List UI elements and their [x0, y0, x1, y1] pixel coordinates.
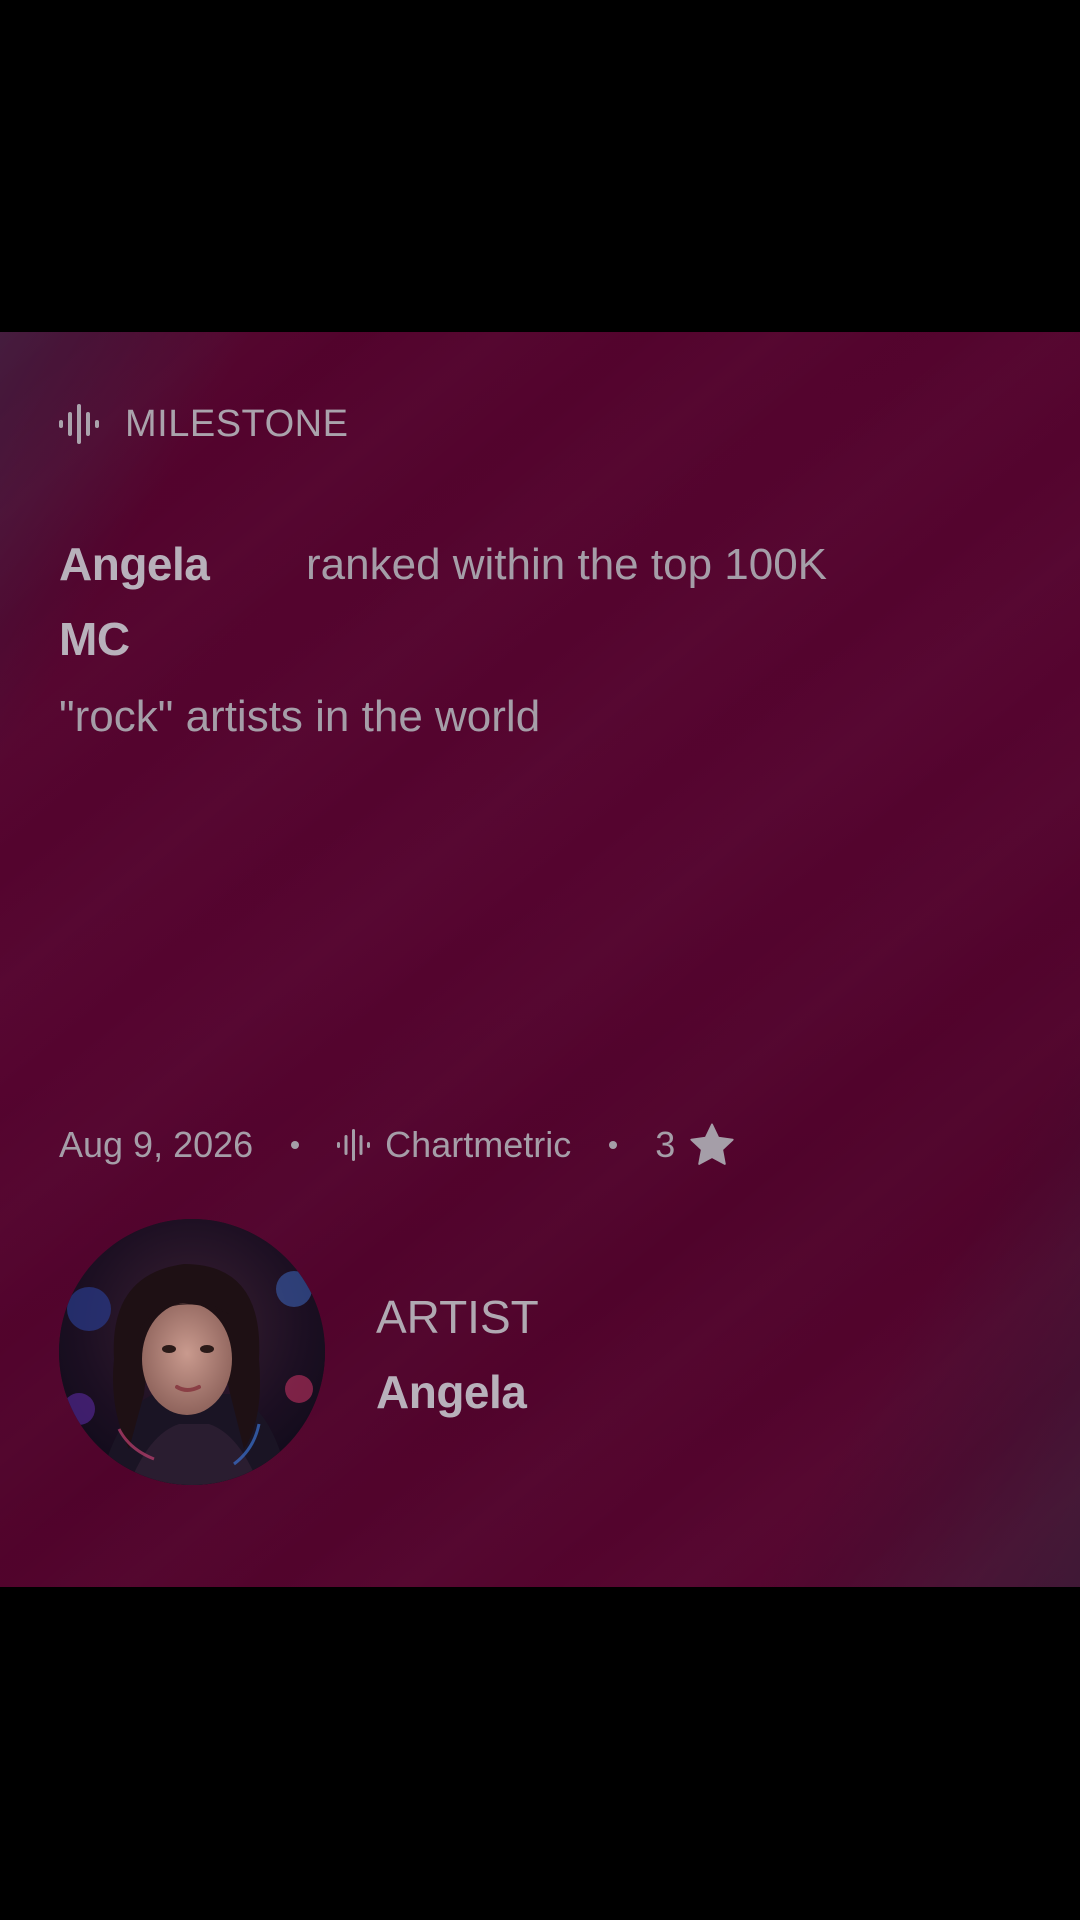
- star-icon[interactable]: [689, 1123, 735, 1167]
- meta-row: Aug 9, 2026 Chartmetric 3: [59, 1117, 735, 1173]
- milestone-headline: Angela MC ranked within the top 100K "ro…: [59, 527, 1019, 754]
- headline-artist-name-line1: Angela: [59, 538, 210, 590]
- source-name[interactable]: Chartmetric: [385, 1124, 571, 1166]
- separator-dot: [291, 1141, 300, 1149]
- artist-avatar[interactable]: [59, 1219, 325, 1485]
- rating-count: 3: [655, 1124, 676, 1165]
- artist-name: Angela: [376, 1366, 527, 1418]
- milestone-date: Aug 9, 2026: [59, 1124, 254, 1165]
- headline-text-line1: ranked within the top 100K: [306, 540, 828, 589]
- category-label: MILESTONE: [125, 402, 349, 445]
- artist-kicker: ARTIST: [376, 1291, 539, 1343]
- headline-text-line2: "rock" artists in the world: [59, 692, 541, 741]
- headline-artist-name-line2: MC: [59, 613, 130, 665]
- separator-dot: [609, 1141, 618, 1149]
- sound-wave-icon: [59, 404, 103, 444]
- milestone-card[interactable]: MILESTONE Angela MC ranked within the to…: [0, 332, 1080, 1587]
- category-tag: MILESTONE: [59, 396, 348, 452]
- headline-artist-link[interactable]: Angela MC: [59, 527, 306, 677]
- sound-wave-icon: [337, 1129, 373, 1161]
- artist-info[interactable]: ARTIST Angela: [376, 1282, 539, 1432]
